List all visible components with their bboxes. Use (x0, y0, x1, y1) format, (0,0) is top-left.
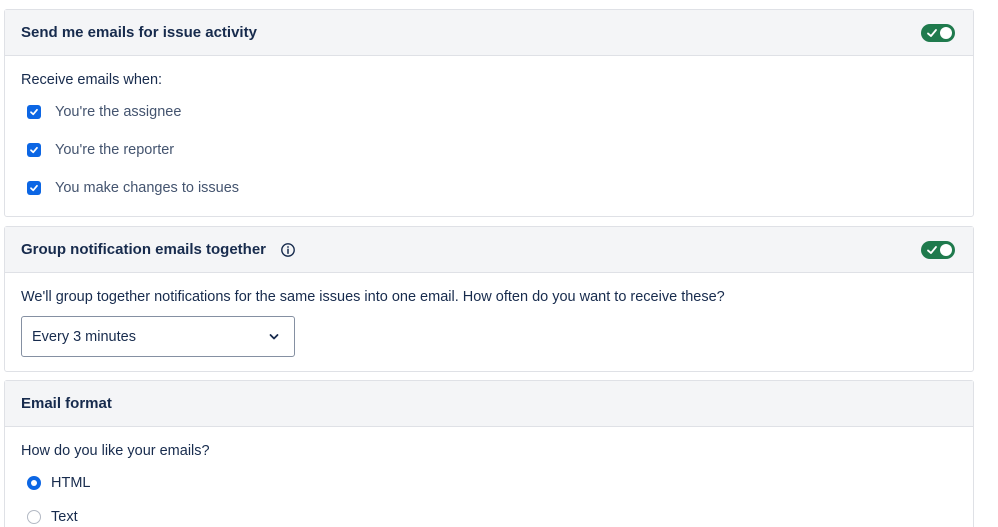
group-description: We'll group together notifications for t… (21, 289, 725, 305)
text-label: Text (51, 509, 78, 525)
email-format-question: How do you like your emails? (21, 443, 210, 459)
format-option-text[interactable]: Text (27, 509, 78, 525)
check-icon (927, 29, 937, 37)
format-option-html[interactable]: HTML (27, 475, 90, 491)
option-changes[interactable]: You make changes to issues (27, 180, 239, 196)
text-radio[interactable] (27, 510, 41, 524)
issue-activity-toggle[interactable] (921, 24, 955, 42)
receive-emails-intro: Receive emails when: (21, 72, 163, 88)
group-notifications-card: Group notification emails together We'll… (4, 226, 974, 372)
html-radio[interactable] (27, 476, 41, 490)
info-icon[interactable] (280, 242, 296, 258)
reporter-label: You're the reporter (55, 142, 175, 158)
email-format-header: Email format (5, 381, 973, 427)
frequency-value: Every 3 minutes (32, 328, 136, 345)
toggle-knob (940, 244, 952, 256)
email-format-card: Email format How do you like your emails… (4, 380, 974, 527)
checkmark-icon (30, 108, 38, 116)
option-assignee[interactable]: You're the assignee (27, 104, 181, 120)
option-reporter[interactable]: You're the reporter (27, 142, 174, 158)
group-notifications-title: Group notification emails together (21, 241, 267, 258)
chevron-down-icon (269, 334, 279, 340)
issue-activity-card: Send me emails for issue activity Receiv… (4, 9, 974, 217)
notification-settings-page: Send me emails for issue activity Receiv… (0, 0, 998, 527)
changes-checkbox[interactable] (27, 181, 41, 195)
assignee-checkbox[interactable] (27, 105, 41, 119)
reporter-checkbox[interactable] (27, 143, 41, 157)
email-format-title: Email format (21, 395, 112, 412)
issue-activity-header: Send me emails for issue activity (5, 10, 973, 56)
assignee-label: You're the assignee (55, 104, 182, 120)
changes-label: You make changes to issues (55, 180, 240, 196)
issue-activity-title: Send me emails for issue activity (21, 24, 257, 41)
group-notifications-toggle[interactable] (921, 241, 955, 259)
check-icon (927, 246, 937, 254)
checkmark-icon (30, 184, 38, 192)
html-label: HTML (51, 475, 91, 491)
checkmark-icon (30, 146, 38, 154)
frequency-select[interactable]: Every 3 minutes (21, 316, 295, 357)
group-notifications-header: Group notification emails together (5, 227, 973, 273)
toggle-knob (940, 27, 952, 39)
